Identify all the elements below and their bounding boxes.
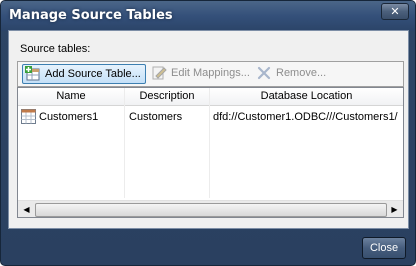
row-database-location: dfd://Customer1.ODBC///Customers1/	[213, 111, 398, 123]
grid-header: Name Description Database Location	[18, 88, 403, 106]
remove-label: Remove...	[276, 67, 327, 79]
add-source-table-label: Add Source Table...	[45, 68, 141, 80]
dialog-content: Source tables: Add Source Table... Edit …	[8, 30, 409, 229]
close-icon[interactable]: ✕	[381, 3, 409, 20]
table-row[interactable]: Customers1 Customers dfd://Customer1.ODB…	[18, 106, 403, 128]
column-header-description[interactable]: Description	[125, 88, 210, 105]
toolbar: Add Source Table... Edit Mappings... Rem…	[17, 61, 404, 87]
table-icon	[21, 109, 36, 124]
column-header-name[interactable]: Name	[18, 88, 125, 105]
scrollbar-thumb[interactable]	[35, 203, 387, 217]
horizontal-scrollbar[interactable]: ◀ ▶	[18, 200, 403, 217]
row-description: Customers	[129, 111, 183, 123]
remove-icon	[257, 66, 271, 80]
close-button[interactable]: Close	[362, 237, 406, 259]
edit-mappings-icon	[152, 66, 167, 80]
scroll-left-icon[interactable]: ◀	[19, 202, 34, 217]
dialog-footer: Close	[1, 229, 415, 265]
remove-button[interactable]: Remove...	[254, 64, 328, 82]
scroll-right-icon[interactable]: ▶	[387, 202, 402, 217]
add-table-icon	[25, 66, 40, 81]
column-divider	[209, 88, 210, 198]
column-divider	[124, 88, 125, 198]
manage-source-tables-dialog: Manage Source Tables ✕ Source tables: Ad…	[0, 0, 416, 266]
add-source-table-button[interactable]: Add Source Table...	[22, 64, 146, 84]
source-tables-grid: Name Description Database Location Custo…	[17, 87, 404, 218]
title-bar[interactable]: Manage Source Tables ✕	[1, 1, 415, 31]
source-tables-label: Source tables:	[20, 43, 91, 55]
column-header-database-location[interactable]: Database Location	[210, 88, 403, 105]
row-name: Customers1	[39, 111, 99, 123]
dialog-title: Manage Source Tables	[9, 8, 173, 23]
edit-mappings-button[interactable]: Edit Mappings...	[149, 64, 250, 82]
edit-mappings-label: Edit Mappings...	[171, 67, 250, 79]
